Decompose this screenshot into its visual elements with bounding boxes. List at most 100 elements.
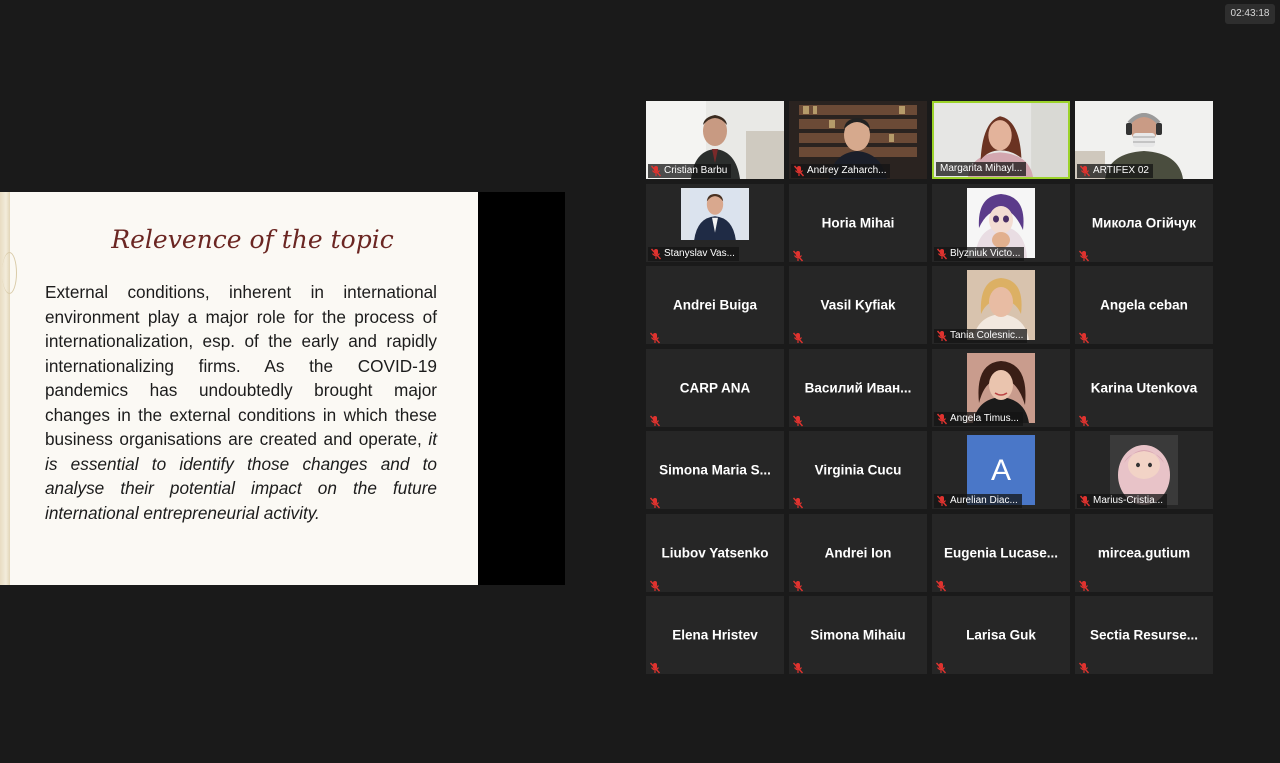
participant-tile[interactable]: Blyzniuk Victo... [932, 184, 1070, 262]
mic-muted-icon [793, 165, 805, 177]
participant-name: Simona Maria S... [659, 462, 771, 478]
mic-muted-icon [1078, 329, 1090, 344]
presentation-slide: Relevence of the topic External conditio… [0, 192, 478, 585]
participant-tile[interactable]: Karina Utenkova [1075, 349, 1213, 427]
participant-tile[interactable]: Marius-Cristia... [1075, 431, 1213, 509]
mic-muted-icon [1078, 412, 1090, 427]
mic-muted-icon [936, 413, 948, 425]
participant-tile[interactable]: Simona Mihaiu [789, 596, 927, 674]
participant-name: Микола Огійчук [1091, 215, 1197, 231]
participant-tile[interactable]: Tania Colesnic... [932, 266, 1070, 344]
participant-tile[interactable]: Angela Timus... [932, 349, 1070, 427]
participant-tile[interactable]: Микола Огійчук [1075, 184, 1213, 262]
slide-body: External conditions, inherent in interna… [45, 280, 437, 525]
participant-tile[interactable]: Василий Иван... [789, 349, 927, 427]
participant-tile[interactable]: ARTIFEX 02 [1075, 101, 1213, 179]
mic-muted-icon [649, 329, 661, 344]
participant-tile[interactable]: mircea.gutium [1075, 514, 1213, 592]
participant-name: Василий Иван... [804, 380, 912, 396]
mic-muted-icon [792, 659, 804, 674]
mic-muted-icon [1079, 495, 1091, 507]
participant-tile[interactable]: Angela ceban [1075, 266, 1213, 344]
mic-muted-icon [1078, 247, 1090, 262]
mic-muted-icon [1079, 165, 1091, 177]
participant-name: Marius-Cristia... [1093, 495, 1164, 506]
participant-name: Cristian Barbu [664, 165, 728, 176]
mic-muted-icon [792, 577, 804, 592]
participant-tile[interactable]: Cristian Barbu [646, 101, 784, 179]
participant-name: Stanyslav Vas... [664, 248, 735, 259]
participant-name-label: Marius-Cristia... [1077, 494, 1168, 508]
participant-tile[interactable]: Elena Hristev [646, 596, 784, 674]
mic-muted-icon [792, 494, 804, 509]
participant-tile[interactable]: Horia Mihai [789, 184, 927, 262]
participant-video [681, 188, 749, 240]
participant-name: Vasil Kyfiak [820, 297, 896, 313]
slide-title: Relevence of the topic [111, 225, 394, 254]
participant-tile[interactable]: Virginia Cucu [789, 431, 927, 509]
mic-muted-icon [649, 494, 661, 509]
participant-tile[interactable]: Stanyslav Vas... [646, 184, 784, 262]
mic-muted-icon [936, 330, 948, 342]
participant-name-label: Tania Colesnic... [934, 329, 1028, 343]
participant-name: Margarita Mihayl... [940, 163, 1023, 174]
mic-muted-icon [649, 659, 661, 674]
participant-tile[interactable]: Vasil Kyfiak [789, 266, 927, 344]
participant-name: Sectia Resurse... [1089, 627, 1199, 643]
participant-tile[interactable]: Simona Maria S... [646, 431, 784, 509]
meeting-timer: 02:43:18 [1225, 4, 1275, 24]
participant-name: Angela ceban [1100, 297, 1188, 313]
participant-tile[interactable]: Eugenia Lucase... [932, 514, 1070, 592]
shared-screen: Relevence of the topic External conditio… [0, 192, 565, 585]
participant-name: Blyzniuk Victo... [950, 248, 1021, 259]
participant-name: Karina Utenkova [1090, 380, 1198, 396]
mic-muted-icon [792, 247, 804, 262]
participant-name: Horia Mihai [821, 215, 895, 231]
participant-tile[interactable]: Andrei Buiga [646, 266, 784, 344]
participant-name: Andrei Ion [824, 545, 892, 561]
meeting-window: 02:43:18 Relevence of the topic External… [0, 0, 1280, 763]
mic-muted-icon [792, 329, 804, 344]
mic-muted-icon [936, 495, 948, 507]
participant-name-label: Blyzniuk Victo... [934, 247, 1025, 261]
participant-name: Liubov Yatsenko [661, 545, 769, 561]
mic-muted-icon [1078, 659, 1090, 674]
participant-tile[interactable]: Andrei Ion [789, 514, 927, 592]
participant-gallery: Cristian Barbu Andrey Zaharch... Margarita… [646, 101, 1214, 677]
participant-name: Simona Mihaiu [810, 627, 906, 643]
participant-name: mircea.gutium [1097, 545, 1191, 561]
mic-muted-icon [649, 412, 661, 427]
participant-name: CARP ANA [679, 380, 751, 396]
participant-name: Larisa Guk [966, 627, 1036, 643]
participant-name-label: Stanyslav Vas... [648, 247, 739, 261]
mic-muted-icon [649, 577, 661, 592]
participant-name: Tania Colesnic... [950, 330, 1024, 341]
participant-name-label: Cristian Barbu [648, 164, 732, 178]
mic-muted-icon [935, 659, 947, 674]
participant-name-label: Aurelian Diac... [934, 494, 1022, 508]
participant-name-label: ARTIFEX 02 [1077, 164, 1153, 178]
participant-name: Eugenia Lucase... [943, 545, 1059, 561]
mic-muted-icon [650, 248, 662, 260]
participant-name: ARTIFEX 02 [1093, 165, 1149, 176]
participant-name: Aurelian Diac... [950, 495, 1018, 506]
slide-body-text: External conditions, inherent in interna… [45, 282, 437, 449]
participant-name: Virginia Cucu [814, 462, 902, 478]
participant-name: Elena Hristev [672, 627, 758, 643]
participant-tile[interactable]: A Aurelian Diac... [932, 431, 1070, 509]
participant-tile[interactable]: Margarita Mihayl... [932, 101, 1070, 179]
participant-name: Andrei Buiga [672, 297, 757, 313]
mic-muted-icon [792, 412, 804, 427]
participant-tile[interactable]: Sectia Resurse... [1075, 596, 1213, 674]
mic-muted-icon [1078, 577, 1090, 592]
participant-name-label: Margarita Mihayl... [936, 162, 1027, 176]
mic-muted-icon [936, 248, 948, 260]
participant-name-label: Angela Timus... [934, 412, 1023, 426]
participant-tile[interactable]: CARP ANA [646, 349, 784, 427]
participant-name-label: Andrey Zaharch... [791, 164, 891, 178]
participant-tile[interactable]: Larisa Guk [932, 596, 1070, 674]
participant-name: Andrey Zaharch... [807, 165, 887, 176]
participant-tile[interactable]: Liubov Yatsenko [646, 514, 784, 592]
participant-tile[interactable]: Andrey Zaharch... [789, 101, 927, 179]
mic-muted-icon [650, 165, 662, 177]
